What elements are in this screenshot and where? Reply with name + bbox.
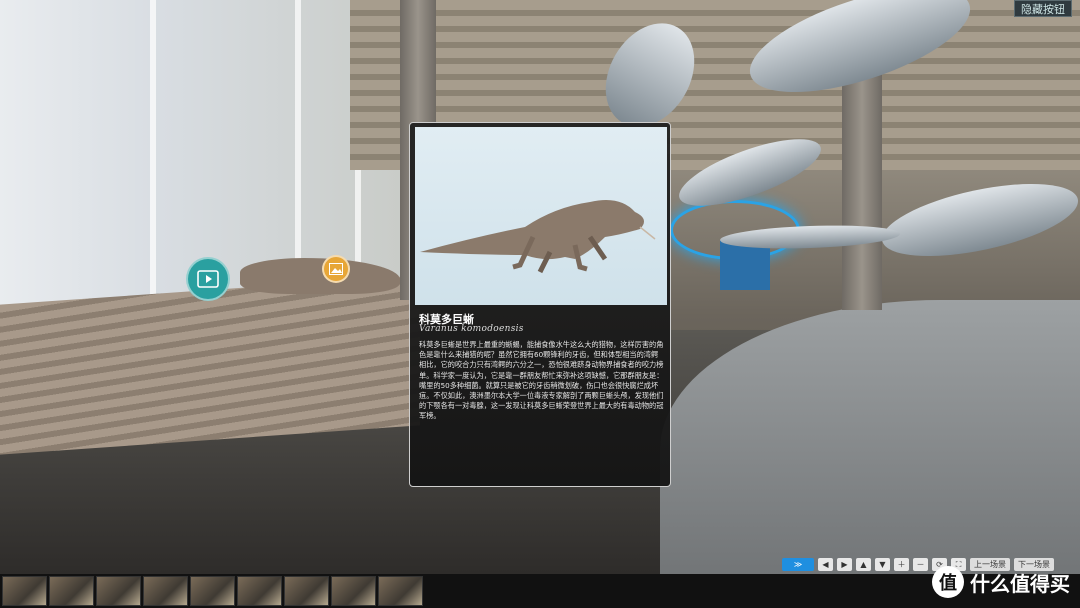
watermark: 值 什么值得买 <box>932 566 1070 598</box>
image-icon <box>329 263 343 275</box>
scene-thumbnail[interactable] <box>49 576 94 606</box>
scene-thumbnail[interactable] <box>284 576 329 606</box>
hide-buttons-button[interactable]: 隐藏按钮 <box>1014 0 1072 17</box>
komodo-dragon-image <box>415 127 667 305</box>
card-description: 科莫多巨蜥是世界上最重的蜥蜴，能捕食像水牛这么大的猎物，这样厉害的角色是靠什么来… <box>419 340 664 421</box>
info-card: 科莫多巨蜥 Varanus komodoensis 科莫多巨蜥是世界上最重的蜥蜴… <box>409 122 671 487</box>
scene-thumbnail[interactable] <box>378 576 423 606</box>
whale-model <box>875 169 1080 271</box>
scene-thumbnail-strip <box>0 574 1080 608</box>
scene-thumbnail[interactable] <box>143 576 188 606</box>
komodo-dragon-illustration <box>420 199 656 274</box>
video-hotspot[interactable] <box>186 257 230 301</box>
pan-down-button[interactable]: ▼ <box>875 557 890 571</box>
zoom-out-button[interactable]: － <box>913 557 928 571</box>
watermark-text: 什么值得买 <box>970 571 1070 596</box>
video-icon <box>197 270 219 288</box>
collapse-thumbnails-button[interactable]: ≫ <box>782 557 814 571</box>
rock-display-ledge <box>0 275 420 455</box>
zoom-in-button[interactable]: ＋ <box>894 557 909 571</box>
scientific-name: Varanus komodoensis <box>419 324 524 334</box>
watermark-logo: 值 <box>932 566 964 598</box>
window-mullion <box>150 0 156 340</box>
pan-left-button[interactable]: ◀ <box>818 557 833 571</box>
image-hotspot[interactable] <box>322 255 350 283</box>
pan-right-button[interactable]: ▶ <box>837 557 852 571</box>
scene-thumbnail[interactable] <box>331 576 376 606</box>
scene-thumbnail[interactable] <box>2 576 47 606</box>
scene-thumbnail[interactable] <box>96 576 141 606</box>
scene-thumbnail[interactable] <box>190 576 235 606</box>
pan-up-button[interactable]: ▲ <box>856 557 871 571</box>
pillar <box>842 60 882 310</box>
scene-thumbnail[interactable] <box>237 576 282 606</box>
